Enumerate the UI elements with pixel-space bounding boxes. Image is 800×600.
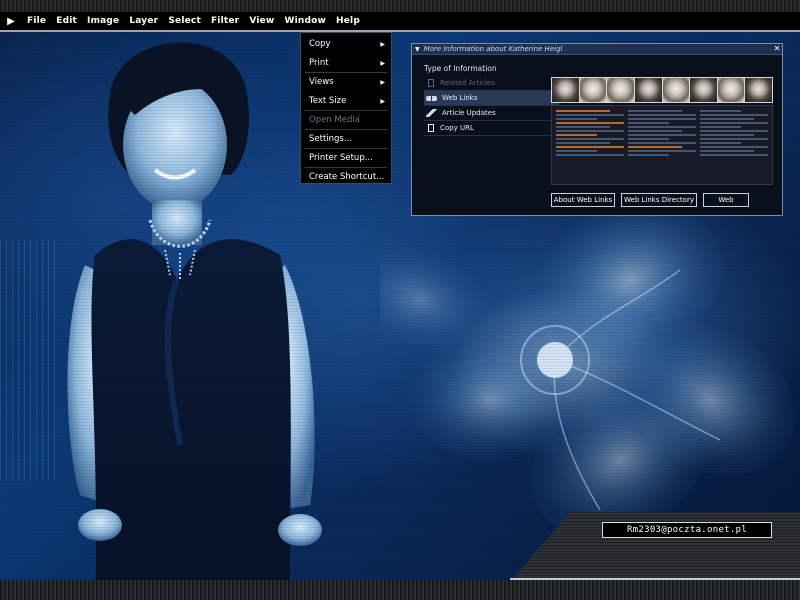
dropdown-item-label: Views xyxy=(309,77,334,87)
collapse-triangle-icon[interactable]: ▼ xyxy=(415,46,420,53)
web-links-directory-button[interactable]: Web Links Directory xyxy=(621,193,697,207)
dropdown-item-label: Print xyxy=(309,58,329,68)
dropdown-item-label: Copy xyxy=(309,39,331,49)
menu-layer[interactable]: Layer xyxy=(124,11,163,31)
link-icon xyxy=(426,95,437,101)
photo-thumbnail-strip xyxy=(551,77,773,103)
lightning-icon xyxy=(426,109,437,117)
photo-thumbnail[interactable] xyxy=(579,78,607,102)
dropdown-item-label: Printer Setup... xyxy=(309,153,373,163)
photo-thumbnail[interactable] xyxy=(552,78,579,102)
dropdown-item-label: Create Shortcut... xyxy=(309,172,385,182)
preview-column xyxy=(700,110,768,180)
submenu-arrow-icon: ▶ xyxy=(380,98,385,105)
more-information-window: ▼ More Information about Katherine Heigl… xyxy=(411,43,783,216)
dropdown-item-copy[interactable]: Copy ▶ xyxy=(301,35,391,54)
play-icon[interactable]: ▶ xyxy=(0,11,22,31)
menu-file[interactable]: File xyxy=(22,11,51,31)
menu-view[interactable]: View xyxy=(244,11,279,31)
list-item-web-links[interactable]: Web Links xyxy=(424,91,559,106)
menu-select[interactable]: Select xyxy=(163,11,206,31)
dropdown-item-views[interactable]: Views ▶ xyxy=(301,73,391,92)
menu-help[interactable]: Help xyxy=(331,11,365,31)
dropdown-item-printer-setup[interactable]: Printer Setup... xyxy=(301,149,391,168)
submenu-arrow-icon: ▶ xyxy=(380,79,385,86)
document-icon xyxy=(428,79,434,87)
list-item-label: Article Updates xyxy=(442,108,496,117)
document-icon xyxy=(428,124,434,132)
dropdown-item-open-media: Open Media xyxy=(301,111,391,130)
dropdown-item-label: Text Size xyxy=(309,96,347,106)
web-button[interactable]: Web xyxy=(703,193,749,207)
dropdown-item-print[interactable]: Print ▶ xyxy=(301,54,391,73)
dropdown-item-create-shortcut[interactable]: Create Shortcut... xyxy=(301,168,391,187)
photo-thumbnail[interactable] xyxy=(634,78,662,102)
photo-thumbnail[interactable] xyxy=(745,78,772,102)
photo-thumbnail[interactable] xyxy=(690,78,717,102)
dropdown-item-label: Settings... xyxy=(309,134,352,144)
window-title: More Information about Katherine Heigl xyxy=(423,45,563,53)
menu-bar: ▶ File Edit Image Layer Select Filter Vi… xyxy=(0,12,800,32)
context-dropdown-menu: Copy ▶ Print ▶ Views ▶ Text Size ▶ Open … xyxy=(300,32,392,184)
info-type-heading: Type of Information xyxy=(424,64,497,73)
photo-thumbnail[interactable] xyxy=(607,78,634,102)
preview-column xyxy=(556,110,624,180)
close-icon[interactable]: ✕ xyxy=(772,44,782,54)
list-item-label: Web Links xyxy=(442,93,478,102)
photo-thumbnail[interactable] xyxy=(717,78,745,102)
photo-thumbnail[interactable] xyxy=(662,78,690,102)
info-type-list: Related Articles Web Links Article Updat… xyxy=(424,76,559,136)
submenu-arrow-icon: ▶ xyxy=(380,41,385,48)
menu-edit[interactable]: Edit xyxy=(51,11,82,31)
menu-window[interactable]: Window xyxy=(279,11,331,31)
bottom-texture-strip xyxy=(0,580,800,600)
list-item-label: Related Articles xyxy=(440,78,495,87)
window-button-row: About Web Links Web Links Directory Web xyxy=(551,193,773,207)
author-email-label: Rm2303@poczta.onet.pl xyxy=(602,522,772,538)
list-item-copy-url[interactable]: Copy URL xyxy=(424,121,559,136)
dropdown-item-settings[interactable]: Settings... xyxy=(301,130,391,149)
dropdown-item-text-size[interactable]: Text Size ▶ xyxy=(301,92,391,111)
window-title-bar[interactable]: ▼ More Information about Katherine Heigl… xyxy=(412,44,782,55)
web-page-preview[interactable] xyxy=(551,105,773,185)
list-item-label: Copy URL xyxy=(440,123,474,132)
submenu-arrow-icon: ▶ xyxy=(380,60,385,67)
about-web-links-button[interactable]: About Web Links xyxy=(551,193,615,207)
list-item-article-updates[interactable]: Article Updates xyxy=(424,106,559,121)
list-item-related-articles: Related Articles xyxy=(424,76,559,91)
preview-column xyxy=(628,110,696,180)
dropdown-item-label: Open Media xyxy=(309,115,360,125)
menu-image[interactable]: Image xyxy=(82,11,124,31)
menu-filter[interactable]: Filter xyxy=(206,11,244,31)
